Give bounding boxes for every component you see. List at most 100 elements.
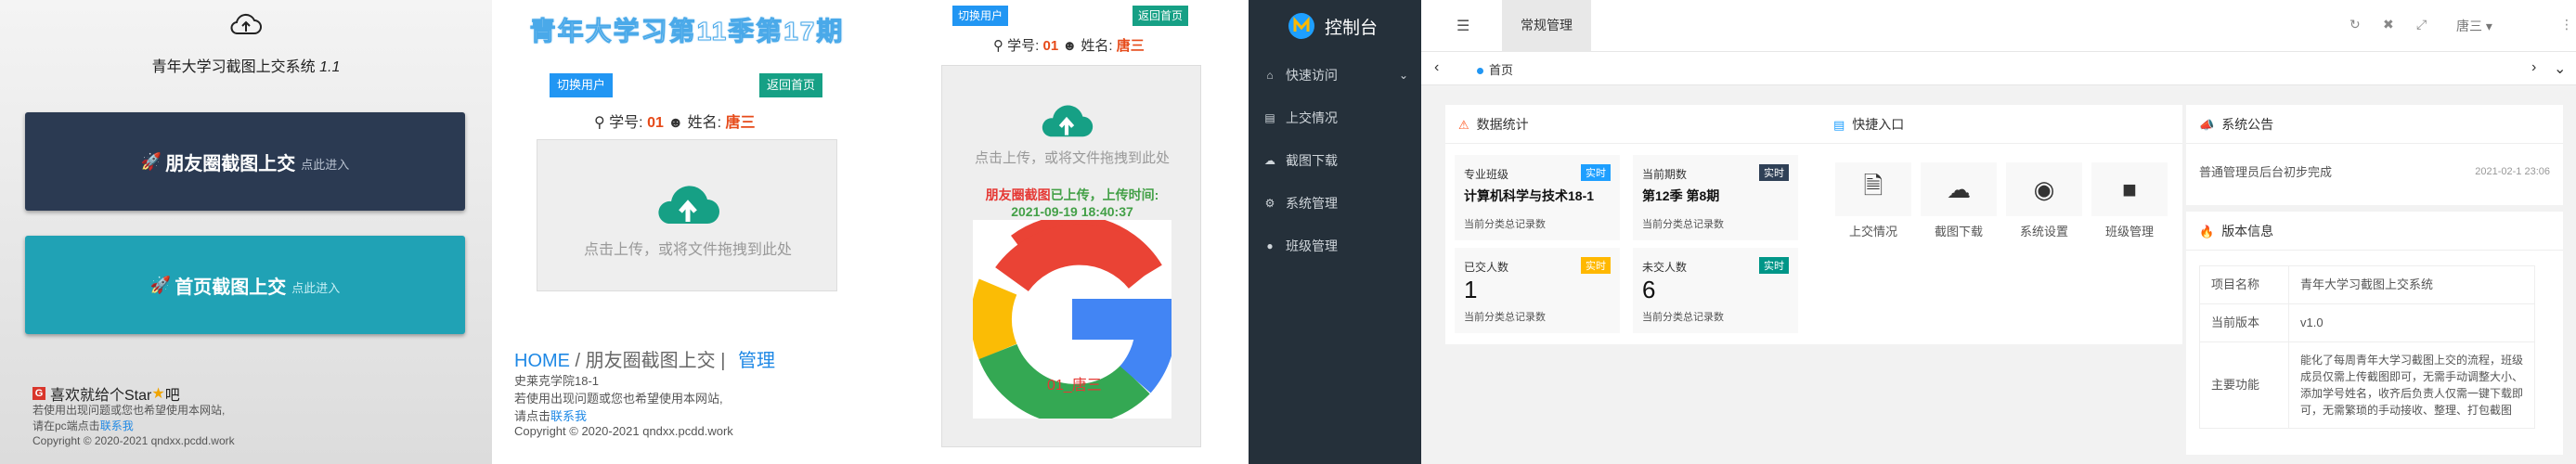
- stat-desc: 当前分类总记录数: [1642, 312, 1724, 323]
- app-title: 控制台: [1325, 18, 1379, 38]
- sidebar-item-submissions[interactable]: ▤ 上交情况: [1249, 97, 1421, 139]
- tab-general[interactable]: 常规管理: [1502, 0, 1591, 52]
- quick-download[interactable]: ☁: [1921, 162, 1997, 216]
- sidebar-item-class[interactable]: ● 班级管理: [1249, 225, 1421, 267]
- back-home-button[interactable]: 返回首页: [1133, 6, 1189, 26]
- star-icon: ★: [151, 386, 165, 402]
- user-icon: ●: [1266, 239, 1274, 252]
- fullscreen-icon[interactable]: ⤢: [2416, 17, 2427, 32]
- cloud-upload-icon: [658, 186, 719, 224]
- card-header: ▤ 快捷入口: [1820, 105, 2182, 144]
- footer-prefix: 请在pc端点击: [32, 419, 100, 432]
- app-logo[interactable]: 控制台: [1249, 0, 1421, 52]
- chevron-left-icon[interactable]: ‹: [1434, 59, 1439, 76]
- user-menu[interactable]: 唐三 ▾: [2456, 17, 2492, 35]
- tab-home[interactable]: 首页: [1477, 60, 1513, 78]
- card-header: ⚠ 数据统计: [1445, 105, 1820, 144]
- page-tabs: ‹ 首页 › ⌄: [1421, 52, 2576, 85]
- crumb-home[interactable]: HOME: [514, 351, 570, 371]
- home-icon: ⌂: [1266, 69, 1274, 82]
- switch-user-button[interactable]: 切换用户: [550, 73, 614, 97]
- screenshot-root: 青年大学习截图上交系统 1.1 🚀 朋友圈截图上交 点此进入 🚀 首页截图上交 …: [0, 0, 2576, 464]
- chevron-down-icon[interactable]: ⌄: [2554, 59, 2566, 78]
- footer-prefix: 请点击: [514, 409, 551, 423]
- quick-settings[interactable]: ◉: [2006, 162, 2082, 216]
- button-label: 朋友圈截图上交: [165, 153, 296, 174]
- copyright: Copyright © 2020-2021 qndxx.pcdd.work: [32, 434, 235, 447]
- realtime-badge: 实时: [1581, 164, 1611, 181]
- warning-icon: ⚠: [1458, 118, 1469, 132]
- student-no-label: 学号:: [609, 115, 643, 131]
- crumb-manage[interactable]: 管理: [738, 351, 775, 371]
- table-row: 项目名称 青年大学习截图上交系统: [2199, 265, 2535, 304]
- table-value: 能化了每周青年大学习截图上交的流程，班级成员仅需上传截图即可，无需手动调整大小、…: [2288, 342, 2535, 429]
- student-name: 唐三: [1116, 38, 1145, 54]
- realtime-badge: 实时: [1759, 257, 1789, 274]
- stat-value: 1: [1464, 276, 1478, 303]
- file-icon: ▤: [1264, 111, 1275, 124]
- cloud-download-icon: ☁: [1264, 154, 1275, 167]
- stat-value: 计算机科学与技术18-1: [1464, 188, 1595, 203]
- person-icon: ☻: [667, 115, 684, 131]
- switch-user-button[interactable]: 切换用户: [952, 6, 1009, 26]
- github-icon: G: [32, 387, 45, 400]
- clear-icon[interactable]: ✖: [2383, 17, 2394, 32]
- stat-title: 专业班级: [1464, 168, 1509, 181]
- admin-dashboard: 控制台 ⌂ 快速访问 ⌄ ▤ 上交情况 ☁ 截图下载 ⚙ 系统管理 ● 班级管理 ☰ 常规管…: [1249, 0, 2576, 464]
- upload-dropzone[interactable]: 点击上传，或将文件拖拽到此处 朋友圈截图已上传，上传时间: 2021-09-19…: [941, 65, 1201, 447]
- cloud-download-icon: ☁: [1947, 174, 1971, 203]
- card-title: 系统公告: [2221, 117, 2274, 132]
- rocket-icon: 🚀: [140, 151, 162, 171]
- menu-label: 系统管理: [1286, 196, 1338, 211]
- table-value: v1.0: [2288, 303, 2535, 342]
- sidebar-item-system[interactable]: ⚙ 系统管理: [1249, 182, 1421, 225]
- back-home-button[interactable]: 返回首页: [759, 73, 823, 97]
- version-table: 项目名称 青年大学习截图上交系统 当前版本 v1.0 主要功能 能化了每周青年大学习截…: [2199, 265, 2535, 429]
- sidebar-item-quick[interactable]: ⌂ 快速访问 ⌄: [1249, 54, 1421, 97]
- friend-circle-upload-button[interactable]: 🚀 朋友圈截图上交 点此进入: [25, 112, 465, 211]
- quick-submissions[interactable]: 🗎: [1835, 162, 1911, 216]
- refresh-icon[interactable]: ↻: [2349, 17, 2361, 32]
- settings-icon: ◉: [2033, 174, 2055, 203]
- breadcrumb: HOME / 朋友圈截图上交 | 管理: [514, 345, 775, 372]
- card-header: 🔥 版本信息: [2186, 212, 2563, 251]
- stat-title: 未交人数: [1642, 261, 1688, 274]
- menu-toggle-icon[interactable]: ☰: [1456, 17, 1469, 35]
- tab-label: 首页: [1489, 63, 1514, 77]
- home-upload-button[interactable]: 🚀 首页截图上交 点此进入: [25, 236, 465, 334]
- logo-icon: [1288, 13, 1314, 39]
- crumb-page: 朋友圈截图上交: [585, 351, 716, 371]
- table-row: 主要功能 能化了每周青年大学习截图上交的流程，班级成员仅需上传截图即可，无需手动调…: [2199, 342, 2535, 429]
- stat-value: 第12季 第8期: [1642, 188, 1720, 203]
- upload-hint: 点击上传，或将文件拖拽到此处: [974, 150, 1170, 166]
- stat-desc: 当前分类总记录数: [1464, 219, 1546, 230]
- quick-entry-card: ▤ 快捷入口 🗎 上交情况 ☁ 截图下载 ◉ 系统设置 ■ 班级管理: [1820, 105, 2182, 344]
- copyright: Copyright © 2020-2021 qndxx.pcdd.work: [514, 424, 733, 438]
- sidebar-item-download[interactable]: ☁ 截图下载: [1249, 139, 1421, 182]
- student-icon: ⚲: [594, 115, 605, 131]
- contact-link[interactable]: 联系我: [100, 419, 134, 432]
- system-title: 青年大学习截图上交系统 1.1: [151, 59, 341, 75]
- mobile-landing-panel: 青年大学习截图上交系统 1.1 🚀 朋友圈截图上交 点此进入 🚀 首页截图上交 …: [0, 0, 492, 464]
- upload-dropzone[interactable]: 点击上传，或将文件拖拽到此处: [537, 139, 837, 291]
- menu-label: 快速访问: [1286, 68, 1338, 83]
- student-info: ⚲ 学号: 01 ☻ 姓名: 唐三: [594, 110, 756, 132]
- quick-class[interactable]: ■: [2091, 162, 2168, 216]
- table-key: 当前版本: [2199, 303, 2289, 342]
- sidebar: 控制台 ⌂ 快速访问 ⌄ ▤ 上交情况 ☁ 截图下载 ⚙ 系统管理 ● 班级管理: [1249, 0, 1421, 464]
- notice-text[interactable]: 普通管理员后台初步完成: [2199, 162, 2332, 180]
- student-name: 唐三: [725, 115, 756, 131]
- chevron-right-icon[interactable]: ›: [2531, 59, 2536, 76]
- quick-label: 系统设置: [2019, 225, 2068, 238]
- more-icon[interactable]: ⋮: [2560, 17, 2573, 32]
- contact-link[interactable]: 联系我: [550, 409, 587, 423]
- top-bar: ☰ 常规管理 ↻ ✖ ⤢ 唐三 ▾ ⋮: [1421, 0, 2576, 52]
- fire-icon: 🔥: [2199, 225, 2215, 238]
- menu-label: 上交情况: [1286, 110, 1338, 125]
- table-row: 当前版本 v1.0: [2199, 303, 2535, 342]
- menu-label: 班级管理: [1286, 238, 1338, 253]
- table-key: 项目名称: [2199, 265, 2289, 304]
- sidebar-menu: ⌂ 快速访问 ⌄ ▤ 上交情况 ☁ 截图下载 ⚙ 系统管理 ● 班级管理: [1249, 54, 1421, 267]
- student-icon: ⚲: [993, 38, 1003, 54]
- student-no: 01: [1042, 38, 1059, 54]
